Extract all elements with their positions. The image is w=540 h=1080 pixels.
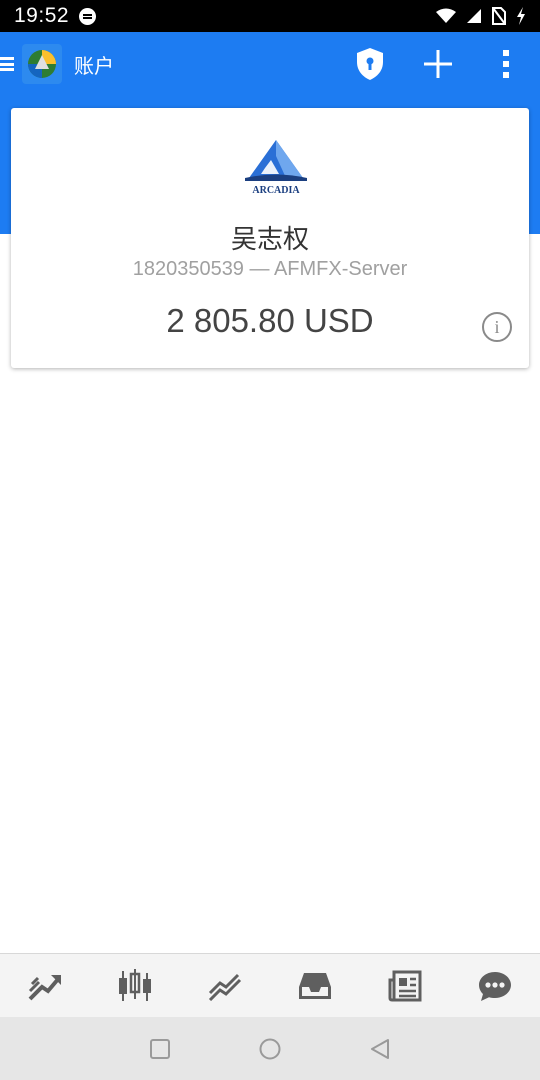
more-vertical-icon: [503, 50, 509, 78]
broker-logo: ARCADIA: [245, 140, 307, 196]
chat-icon: [479, 971, 511, 1001]
shield-lock-button[interactable]: [336, 32, 404, 96]
nav-quotes[interactable]: [0, 954, 90, 1017]
nav-history[interactable]: [270, 954, 360, 1017]
signal-icon: [467, 9, 481, 23]
back-icon: [371, 1038, 389, 1059]
wifi-icon: [436, 8, 456, 23]
message-icon: [79, 7, 97, 25]
nav-chart[interactable]: [90, 954, 180, 1017]
home-icon: [259, 1038, 281, 1059]
nav-news[interactable]: [360, 954, 450, 1017]
app-bar: 账户: [0, 32, 540, 96]
no-sim-icon: [492, 7, 506, 25]
news-icon: [388, 970, 422, 1001]
account-holder-name: 吴志权: [230, 225, 309, 255]
shield-lock-icon: [357, 48, 383, 80]
nav-chat[interactable]: [450, 954, 540, 1017]
add-icon: [424, 50, 452, 78]
bottom-navigation: [0, 953, 540, 1017]
system-navigation: [0, 1017, 540, 1080]
history-icon: [299, 972, 331, 999]
home-button[interactable]: [256, 1035, 284, 1063]
back-button[interactable]: [366, 1035, 394, 1063]
add-account-button[interactable]: [404, 32, 472, 96]
app-bar-actions: [336, 32, 540, 96]
svg-text:ARCADIA: ARCADIA: [252, 185, 300, 196]
recents-button[interactable]: [146, 1035, 174, 1063]
recents-icon: [150, 1038, 170, 1059]
nav-trade[interactable]: [180, 954, 270, 1017]
account-balance: 2 805.80 USD: [166, 302, 374, 339]
status-time: 19:52: [14, 4, 70, 27]
info-icon[interactable]: i: [482, 312, 512, 342]
menu-icon[interactable]: [0, 55, 18, 73]
charging-icon: [517, 7, 525, 25]
more-options-button[interactable]: [472, 32, 540, 96]
trade-icon: [208, 973, 242, 1001]
quotes-icon: [28, 974, 61, 1000]
status-bar: 19:52: [0, 0, 540, 32]
account-card[interactable]: ARCADIA 吴志权 1820350539 — AFMFX-Server 2 …: [11, 108, 529, 368]
app-screen: 19:52 账户 ARCADIA 吴志权 1820350539 — AFMFX-…: [0, 0, 540, 1080]
metatrader-logo[interactable]: [22, 44, 62, 84]
status-icons: [436, 7, 526, 25]
chart-icon: [119, 968, 151, 1001]
account-login-server: 1820350539 — AFMFX-Server: [132, 258, 408, 280]
page-title: 账户: [74, 55, 114, 78]
